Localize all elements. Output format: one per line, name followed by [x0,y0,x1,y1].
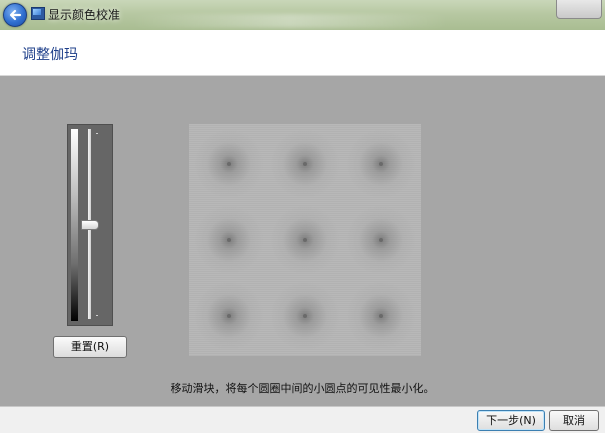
gamma-test-circle [270,129,340,199]
title-bar-glass-blur [130,14,450,28]
instruction-text: 移动滑块，将每个圆圈中间的小圆点的可见性最小化。 [170,382,435,395]
gamma-test-circle [194,129,264,199]
gamma-test-circle [194,281,264,351]
footer-bar: 下一步(N) 取消 [0,406,605,433]
display-calibration-icon [31,7,45,20]
gray-gradient-bar [71,129,78,321]
gamma-test-circle [194,205,264,275]
cancel-button[interactable]: 取消 [549,410,599,431]
gamma-test-pattern [189,124,421,356]
close-button[interactable] [556,0,602,19]
gamma-test-circle [346,129,416,199]
reset-button[interactable]: 重置(R) [53,336,127,358]
gamma-test-circle [270,205,340,275]
window-title: 显示颜色校准 [48,8,121,22]
gamma-slider-panel [67,124,113,326]
gamma-test-circle [270,281,340,351]
next-button[interactable]: 下一步(N) [477,410,545,431]
gamma-test-circle [346,205,416,275]
gamma-slider-thumb[interactable] [81,220,99,230]
slider-tick-bottom [96,315,98,316]
main-content: 重置(R) 移动滑块，将每个圆圈中间的小圆点的可见性最小化。 [0,76,605,406]
slider-tick-top [96,133,98,134]
page-header: 调整伽玛 [0,30,605,76]
back-arrow-icon [9,9,22,21]
gamma-test-circle [346,281,416,351]
page-title: 调整伽玛 [22,47,78,63]
back-button[interactable] [3,3,27,27]
title-bar: 显示颜色校准 [0,0,605,30]
